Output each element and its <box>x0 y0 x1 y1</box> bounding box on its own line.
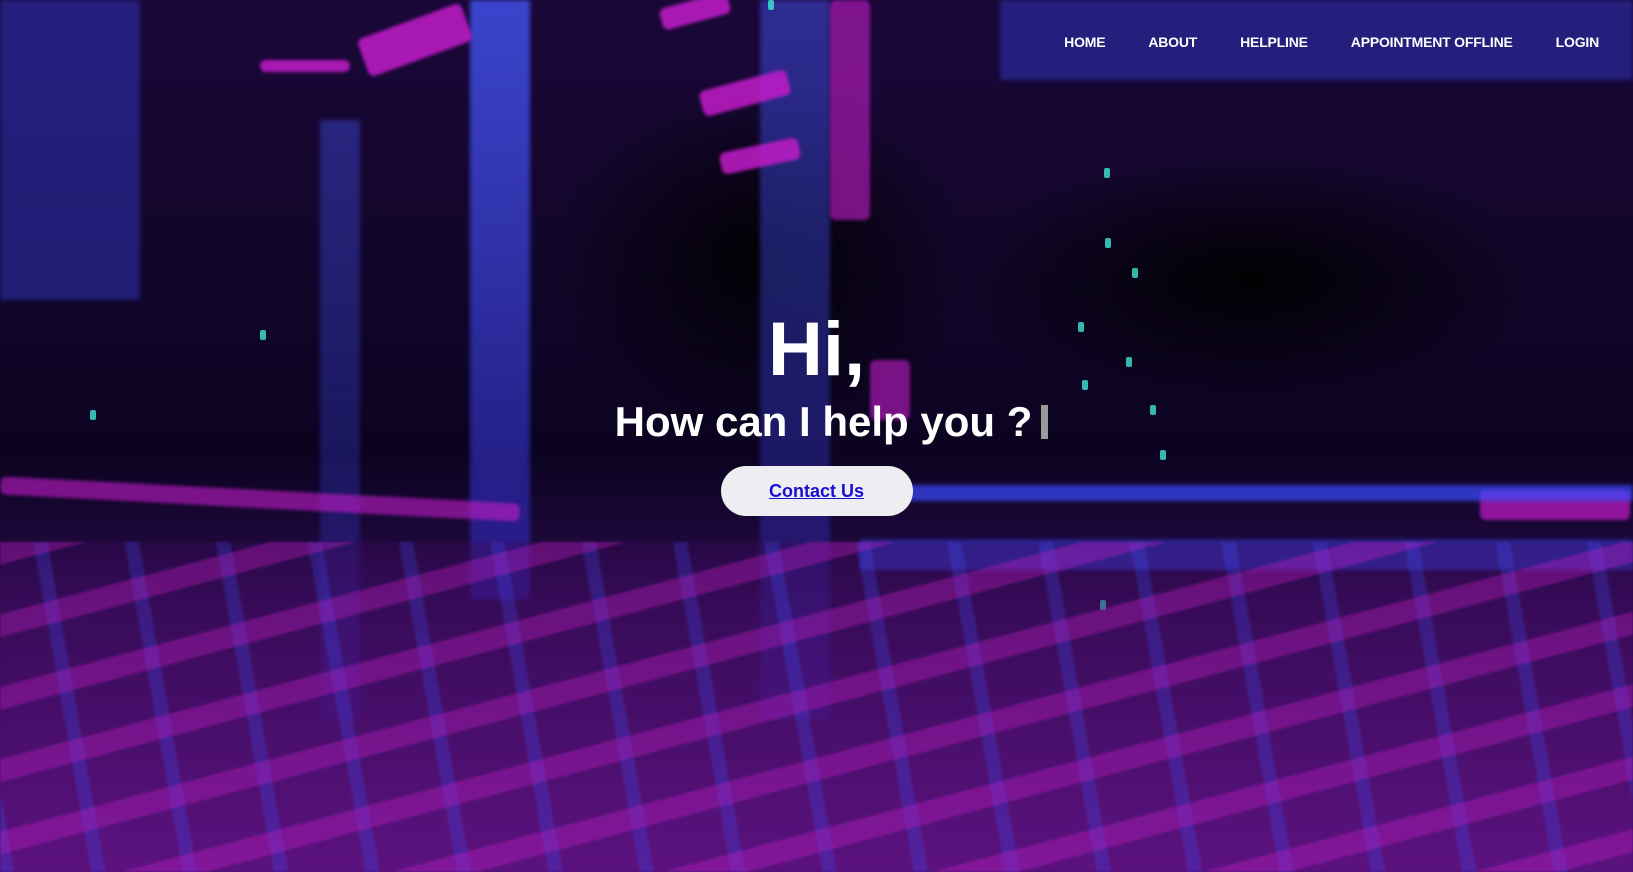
nav-home-link[interactable]: HOME <box>1064 34 1105 50</box>
contact-us-label: Contact Us <box>768 480 864 501</box>
nav-login-link[interactable]: LOGIN <box>1556 34 1600 50</box>
greeting-heading: Hi, <box>767 307 866 392</box>
top-navigation: HOME ABOUT HELPLINE APPOINTMENT OFFLINE … <box>1064 34 1599 50</box>
nav-about-link[interactable]: ABOUT <box>1148 34 1197 50</box>
hero-section: HOME ABOUT HELPLINE APPOINTMENT OFFLINE … <box>0 0 1633 872</box>
typing-cursor <box>1041 405 1049 439</box>
nav-appointment-offline-link[interactable]: APPOINTMENT OFFLINE <box>1351 34 1513 50</box>
subtitle-row: How can I help you ? <box>615 398 1049 446</box>
typing-subtitle: How can I help you ? <box>614 398 1033 445</box>
contact-us-button[interactable]: Contact Us <box>720 466 913 516</box>
hero-content: Hi, How can I help you ? Contact Us <box>0 310 1633 516</box>
nav-helpline-link[interactable]: HELPLINE <box>1240 34 1308 50</box>
